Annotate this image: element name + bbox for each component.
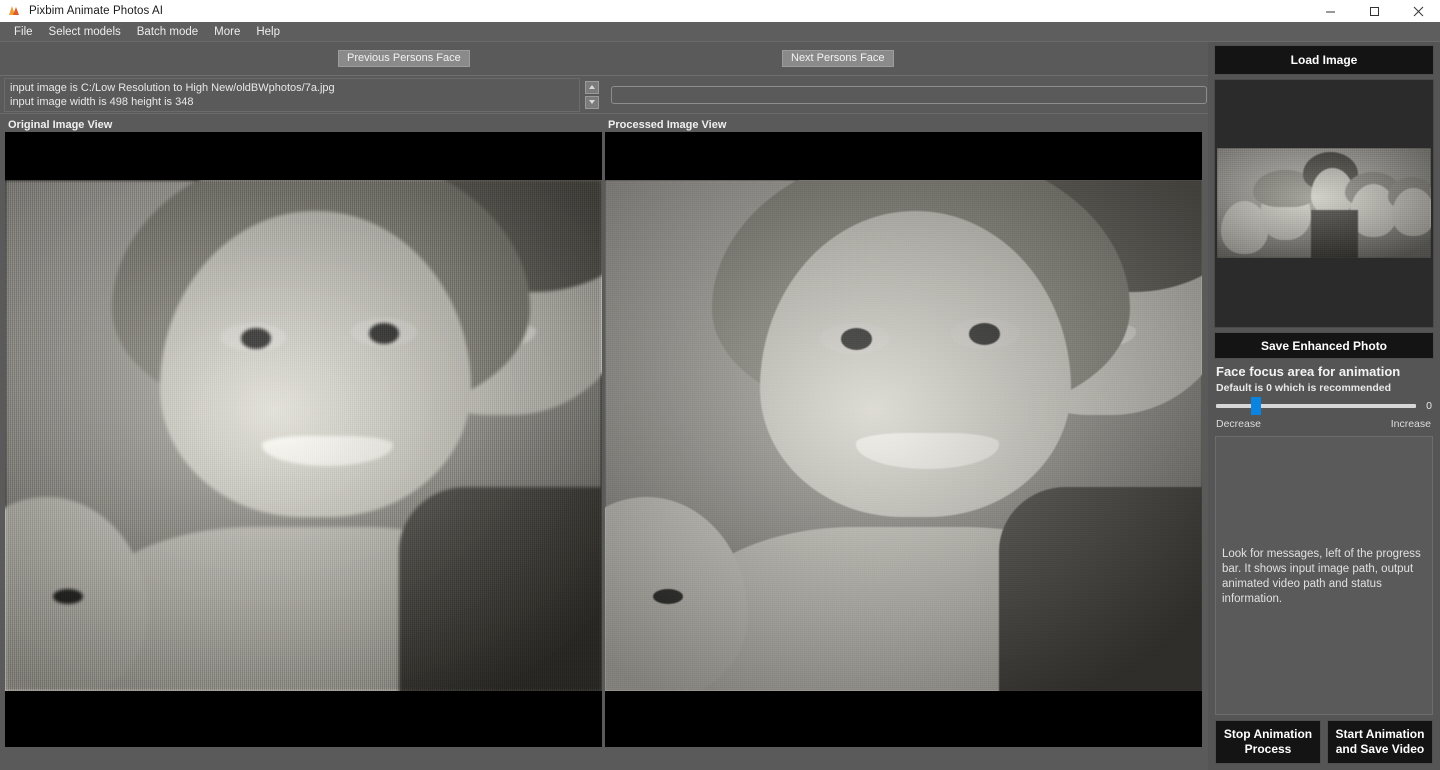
original-image-panel[interactable] bbox=[5, 132, 602, 747]
title-bar: Pixbim Animate Photos AI bbox=[0, 0, 1440, 22]
save-enhanced-photo-button[interactable]: Save Enhanced Photo bbox=[1214, 332, 1434, 359]
letterbox-top-processed bbox=[605, 132, 1202, 180]
status-line-input-path: input image is C:/Low Resolution to High… bbox=[10, 81, 574, 95]
letterbox-top-original bbox=[5, 132, 602, 180]
slider-min-label: Decrease bbox=[1216, 418, 1261, 430]
face-navigation-strip: Previous Persons Face Next Persons Face bbox=[0, 42, 1208, 76]
slider-track[interactable] bbox=[1216, 404, 1416, 408]
menu-item-select-models[interactable]: Select models bbox=[41, 24, 129, 40]
window-title: Pixbim Animate Photos AI bbox=[29, 5, 163, 17]
previous-persons-face-button[interactable]: Previous Persons Face bbox=[338, 50, 470, 67]
processed-image-panel[interactable] bbox=[605, 132, 1202, 747]
minimize-icon[interactable] bbox=[1308, 0, 1352, 22]
window-controls bbox=[1308, 0, 1440, 22]
load-image-button[interactable]: Load Image bbox=[1214, 45, 1434, 75]
thumbnail-photo bbox=[1217, 148, 1431, 258]
app-body: Previous Persons Face Next Persons Face … bbox=[0, 42, 1440, 770]
face-focus-section-title: Face focus area for animation bbox=[1216, 364, 1434, 379]
workspace: Previous Persons Face Next Persons Face … bbox=[0, 42, 1208, 770]
status-row: input image is C:/Low Resolution to High… bbox=[0, 76, 1208, 114]
slider-max-label: Increase bbox=[1391, 418, 1431, 430]
sidebar-message-panel: Look for messages, left of the progress … bbox=[1215, 436, 1433, 715]
menu-item-file[interactable]: File bbox=[6, 24, 41, 40]
menu-bar: File Select models Batch mode More Help bbox=[0, 22, 1440, 42]
next-persons-face-button[interactable]: Next Persons Face bbox=[782, 50, 894, 67]
slider-thumb[interactable] bbox=[1251, 397, 1261, 415]
animation-action-buttons: Stop Animation Process Start Animation a… bbox=[1214, 720, 1434, 767]
original-photo bbox=[5, 180, 602, 691]
progress-bar bbox=[611, 86, 1207, 104]
original-noise-overlay-2 bbox=[5, 180, 602, 691]
slider-value: 0 bbox=[1422, 400, 1432, 412]
processed-photo bbox=[605, 180, 1202, 691]
slider-labels: Decrease Increase bbox=[1214, 412, 1434, 430]
image-panels bbox=[0, 132, 1208, 747]
view-label-row: Original Image View Processed Image View bbox=[0, 114, 1208, 132]
maximize-icon[interactable] bbox=[1352, 0, 1396, 22]
app-logo-icon bbox=[3, 0, 25, 22]
start-animation-button[interactable]: Start Animation and Save Video bbox=[1327, 720, 1433, 764]
status-line-dimensions: input image width is 498 height is 348 bbox=[10, 95, 574, 109]
menu-item-more[interactable]: More bbox=[206, 24, 248, 40]
processed-grain-overlay bbox=[605, 180, 1202, 691]
sidebar-message-text: Look for messages, left of the progress … bbox=[1222, 547, 1428, 607]
image-thumbnail-preview[interactable] bbox=[1214, 79, 1434, 328]
face-focus-section-subtitle: Default is 0 which is recommended bbox=[1216, 382, 1434, 394]
spinner-up-arrow-icon[interactable] bbox=[585, 81, 599, 94]
close-icon[interactable] bbox=[1396, 0, 1440, 22]
menu-item-batch-mode[interactable]: Batch mode bbox=[129, 24, 206, 40]
spinner-down-arrow-icon[interactable] bbox=[585, 96, 599, 109]
letterbox-bottom-processed bbox=[605, 691, 1202, 747]
stop-animation-button[interactable]: Stop Animation Process bbox=[1215, 720, 1321, 764]
status-message-box: input image is C:/Low Resolution to High… bbox=[4, 78, 580, 112]
value-stepper[interactable] bbox=[585, 81, 599, 109]
processed-image-view-label: Processed Image View bbox=[608, 119, 726, 131]
original-image-view-label: Original Image View bbox=[8, 119, 112, 131]
sidebar: Load Image bbox=[1208, 42, 1440, 770]
menu-item-help[interactable]: Help bbox=[248, 24, 288, 40]
face-focus-slider[interactable]: 0 bbox=[1214, 400, 1434, 412]
letterbox-bottom-original bbox=[5, 691, 602, 747]
